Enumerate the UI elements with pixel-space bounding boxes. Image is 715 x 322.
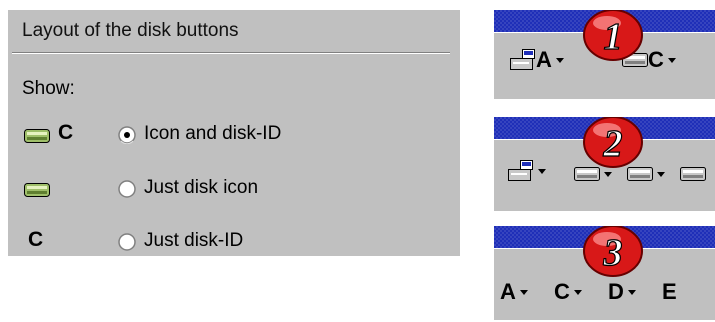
disk-drive-icon bbox=[24, 129, 50, 143]
drive-letter: A bbox=[536, 47, 552, 72]
panel-title: Layout of the disk buttons bbox=[22, 20, 239, 41]
step-badge-icon: 3 bbox=[583, 226, 643, 277]
badge-number: 2 bbox=[603, 123, 623, 165]
disk-buttons-layout-panel: Layout of the disk buttons Show: C Icon … bbox=[8, 10, 460, 256]
radio-just-disk-icon[interactable] bbox=[118, 180, 136, 198]
dropdown-arrow-icon[interactable] bbox=[538, 168, 546, 174]
option-label[interactable]: Just disk-ID bbox=[144, 230, 243, 252]
option-just-disk-id[interactable]: C Just disk-ID bbox=[8, 228, 460, 256]
option-label[interactable]: Just disk icon bbox=[144, 177, 258, 199]
disk-drive-icon bbox=[680, 167, 706, 181]
show-label: Show: bbox=[22, 78, 75, 99]
radio-just-disk-id[interactable] bbox=[118, 233, 136, 251]
drive-letter: E bbox=[662, 279, 677, 304]
network-drive-icon bbox=[510, 49, 535, 70]
network-drive-button[interactable]: A bbox=[510, 47, 564, 73]
step-badge-icon: 2 bbox=[583, 117, 643, 168]
drive-letter: D bbox=[608, 279, 624, 304]
option-label[interactable]: Icon and disk-ID bbox=[144, 123, 281, 145]
drive-button[interactable]: E bbox=[662, 279, 677, 305]
dropdown-arrow-icon[interactable] bbox=[555, 57, 564, 63]
drive-button[interactable]: A bbox=[500, 279, 528, 305]
radio-selected-dot bbox=[124, 132, 130, 138]
network-drive-button[interactable] bbox=[508, 160, 546, 182]
disk-id-preview: C bbox=[58, 121, 74, 144]
network-drive-icon bbox=[508, 160, 533, 181]
drive-letter: A bbox=[500, 279, 516, 304]
dropdown-arrow-icon[interactable] bbox=[519, 289, 528, 295]
drive-button[interactable]: D bbox=[608, 279, 636, 305]
dropdown-arrow-icon[interactable] bbox=[667, 57, 676, 63]
example-strip-1: A C 1 bbox=[494, 10, 715, 99]
badge-number: 3 bbox=[603, 232, 623, 274]
option-just-disk-icon[interactable]: Just disk icon bbox=[8, 175, 460, 203]
drive-letter: C bbox=[648, 47, 664, 72]
disk-id-preview: C bbox=[28, 228, 44, 251]
title-separator bbox=[12, 52, 450, 54]
option-icon-and-disk-id[interactable]: C Icon and disk-ID bbox=[8, 121, 460, 149]
drive-button[interactable] bbox=[680, 166, 706, 182]
step-badge-icon: 1 bbox=[583, 10, 643, 61]
dropdown-arrow-icon[interactable] bbox=[573, 289, 582, 295]
dropdown-arrow-icon[interactable] bbox=[657, 171, 665, 177]
radio-icon-and-disk-id[interactable] bbox=[118, 126, 136, 144]
example-strip-2: 2 bbox=[494, 117, 715, 211]
dropdown-arrow-icon[interactable] bbox=[627, 289, 636, 295]
badge-number: 1 bbox=[604, 16, 623, 58]
drive-letter: C bbox=[554, 279, 570, 304]
example-strip-3: A C D E 3 bbox=[494, 226, 715, 320]
drive-button[interactable]: C bbox=[554, 279, 582, 305]
dropdown-arrow-icon[interactable] bbox=[604, 171, 612, 177]
disk-drive-icon bbox=[24, 183, 50, 197]
